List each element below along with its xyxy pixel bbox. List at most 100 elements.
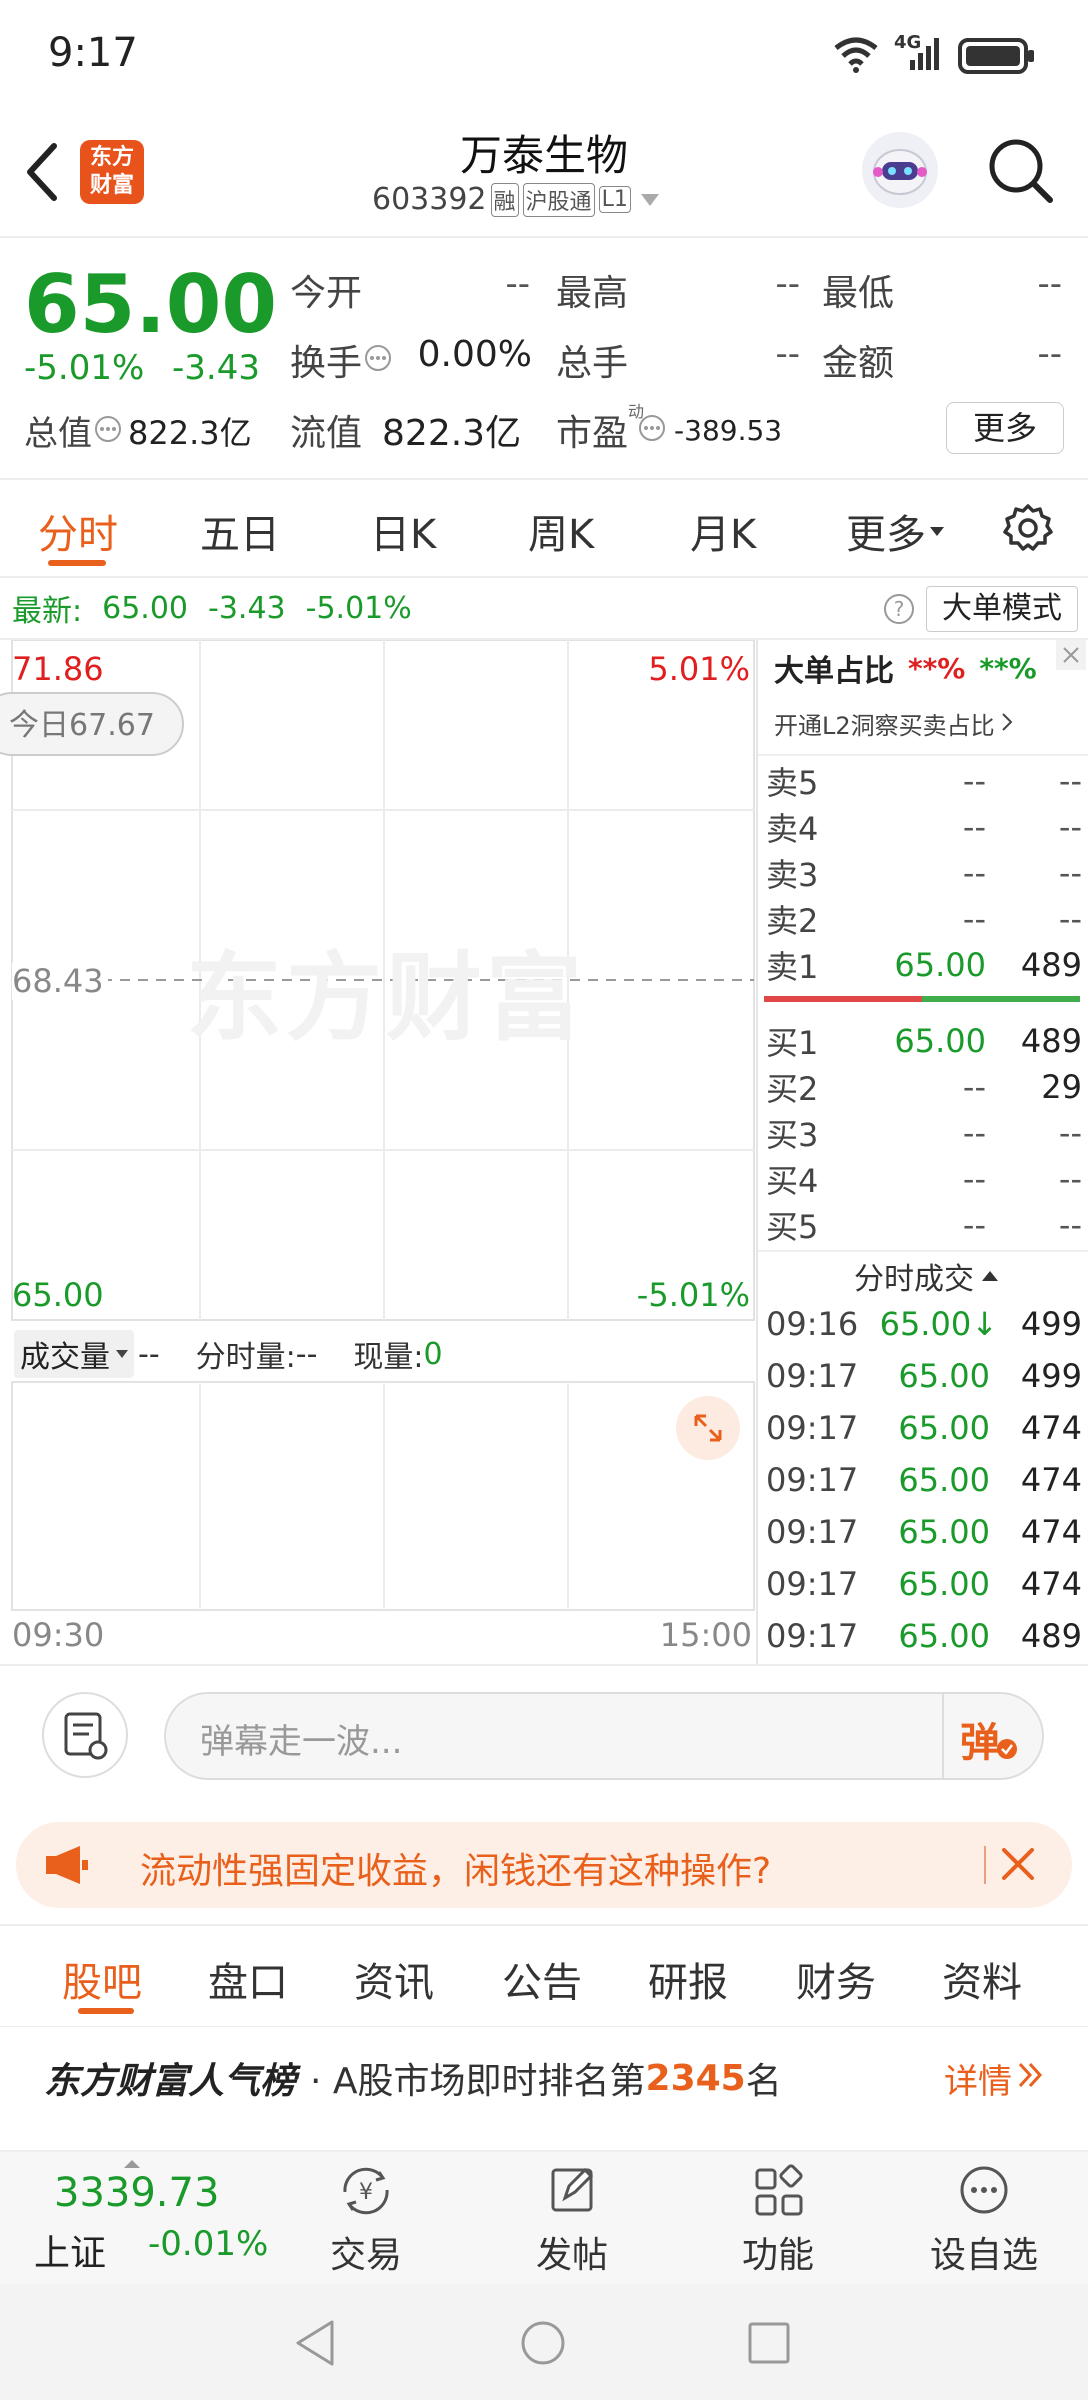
bid-volume: -- — [1058, 1114, 1082, 1152]
tick-price: 65.00↓ — [879, 1305, 998, 1343]
intraday-chart[interactable]: 东方财富 71.86 5.01% 今日67.67 68.43 65.00 -5.… — [0, 640, 756, 1664]
bid-row: 买5 -- -- — [766, 1202, 1082, 1248]
tick-price: 65.00 — [898, 1513, 990, 1551]
ask-volume: -- — [1058, 900, 1082, 938]
ticks-title: 分时成交 — [854, 1262, 974, 1297]
tick-time: 09:17 — [766, 1409, 859, 1447]
bid-row: 买4 -- -- — [766, 1156, 1082, 1202]
tab-intraday-underline — [48, 560, 106, 566]
expand-chart-icon[interactable] — [676, 1396, 740, 1460]
tab-intraday[interactable]: 分时 — [38, 502, 118, 560]
volume-selector[interactable]: 成交量 — [14, 1330, 134, 1378]
pe-group[interactable]: 市盈 动 -389.53 — [556, 402, 782, 456]
tick-price: 65.00 — [898, 1357, 990, 1395]
check-badge-icon — [996, 1738, 1018, 1764]
ask-price: -- — [962, 854, 986, 892]
tick-price: 65.00 — [898, 1565, 990, 1603]
y-axis-mid-price: 68.43 — [12, 962, 108, 1000]
tick-row: 09:17 65.00 474 — [766, 1558, 1082, 1610]
system-recents-icon[interactable] — [746, 2320, 792, 2370]
danmu-button-label: 弹 — [960, 1720, 1000, 1766]
chart-tab-bar: 分时 五日 日K 周K 月K 更多 — [0, 480, 1088, 576]
danmu-send-button[interactable]: 弹 — [956, 1704, 1026, 1768]
tab-forum[interactable]: 股吧 — [62, 1950, 142, 2008]
high-value: -- — [775, 264, 800, 304]
ask-label: 卖1 — [766, 948, 819, 986]
tab-daily-k[interactable]: 日K — [370, 502, 436, 560]
help-circle-icon[interactable]: ? — [882, 592, 916, 630]
search-icon[interactable] — [986, 136, 1056, 210]
bid-ask-ratio-bar — [764, 996, 1080, 1002]
ask-row: 卖3 -- -- — [766, 850, 1082, 896]
settings-gear-icon[interactable] — [1002, 502, 1054, 558]
popularity-ranking[interactable]: 东方财富人气榜 · A股市场即时排名第 2345 名 — [44, 2052, 782, 2104]
nav-trade[interactable]: ¥ 交易 — [306, 2162, 426, 2282]
x-axis-end: 15:00 — [659, 1616, 752, 1654]
svg-text:¥: ¥ — [359, 2180, 373, 2205]
more-button[interactable]: 更多 — [946, 402, 1064, 454]
ask-label: 卖4 — [766, 810, 819, 848]
promo-banner[interactable]: 流动性强固定收益，闲钱还有这种操作? — [16, 1822, 1072, 1908]
tag-margin: 融 — [490, 182, 519, 217]
tick-row: 09:17 65.00 474 — [766, 1506, 1082, 1558]
tab-profile[interactable]: 资料 — [942, 1950, 1022, 2008]
double-chevron-right-icon — [1016, 2059, 1044, 2099]
caret-down-icon — [116, 1350, 128, 1358]
close-promo-icon[interactable] — [998, 1844, 1038, 1888]
nav-post[interactable]: 发帖 — [512, 2162, 632, 2282]
turnover-label-group[interactable]: 换手 — [290, 334, 392, 386]
big-order-ratio-header[interactable]: 大单占比 **% **% — [774, 646, 1037, 690]
notes-icon[interactable] — [42, 1692, 128, 1778]
close-icon[interactable] — [1056, 640, 1086, 674]
volume-value: -- — [138, 1336, 160, 1372]
bid-volume: 29 — [1041, 1068, 1082, 1106]
tab-more[interactable]: 更多 — [846, 502, 944, 560]
tab-forum-underline — [78, 2008, 134, 2014]
big-order-mode-button[interactable]: 大单模式 — [926, 586, 1078, 632]
ticks-header[interactable]: 分时成交 — [854, 1254, 998, 1298]
stock-code-row[interactable]: 603392 融 沪股通 L1 — [372, 182, 659, 217]
ask-list: 卖5 -- -- 卖4 -- -- 卖3 -- -- 卖2 -- -- 卖1 6… — [766, 758, 1082, 988]
index-widget[interactable]: 3339.73 上证 -0.01% — [30, 2170, 280, 2280]
l2-link-text: 开通L2洞察买卖占比 — [774, 712, 995, 740]
quote-panel: 65.00 -5.01% -3.43 今开 -- 最高 -- 最低 -- 换手 … — [0, 238, 1088, 476]
ask-row: 卖4 -- -- — [766, 804, 1082, 850]
bid-price: -- — [962, 1068, 986, 1106]
float-value: 822.3亿 — [382, 413, 522, 454]
robot-assistant-icon[interactable] — [862, 132, 938, 208]
danmu-input[interactable]: 弹幕走一波... 弹 — [164, 1692, 1044, 1780]
ranking-prefix: · A股市场即时排名第 — [310, 2061, 646, 2102]
volume-value: -- — [775, 334, 800, 374]
tick-row: 09:17 65.00 499 — [766, 1350, 1082, 1402]
tab-financials[interactable]: 财务 — [796, 1950, 876, 2008]
tick-volume: 499 — [1020, 1357, 1082, 1395]
system-home-icon[interactable] — [518, 2318, 568, 2372]
tab-announcements[interactable]: 公告 — [502, 1950, 582, 2008]
nav-functions[interactable]: 功能 — [718, 2162, 838, 2282]
tab-five-day[interactable]: 五日 — [200, 502, 280, 560]
tab-research[interactable]: 研报 — [648, 1950, 728, 2008]
ask-price: 65.00 — [894, 946, 986, 984]
open-label: 今开 — [290, 273, 363, 314]
ask-volume: -- — [1058, 762, 1082, 800]
tick-volume: 499 — [1020, 1305, 1082, 1343]
ranking-detail-link[interactable]: 详情 — [944, 2054, 1044, 2103]
tick-volume: 474 — [1020, 1565, 1082, 1603]
mktcap-group[interactable]: 总值 822.3亿 — [24, 406, 252, 455]
l2-insight-link[interactable]: 开通L2洞察买卖占比 — [774, 706, 1013, 741]
low-value: -- — [1037, 264, 1062, 304]
tab-market-depth[interactable]: 盘口 — [208, 1950, 288, 2008]
latest-change: -3.43 — [208, 590, 286, 626]
today-price-pill[interactable]: 今日67.67 — [0, 692, 184, 756]
nav-add-watchlist[interactable]: 设自选 — [914, 2162, 1054, 2282]
turnover-label: 换手 — [290, 343, 363, 384]
y-axis-bottom-pct: -5.01% — [636, 1276, 750, 1314]
system-back-icon[interactable] — [292, 2318, 338, 2372]
latest-label: 最新: — [12, 594, 83, 629]
tab-news[interactable]: 资讯 — [354, 1950, 434, 2008]
tab-weekly-k[interactable]: 周K — [528, 502, 594, 560]
nav-post-label: 发帖 — [535, 2235, 608, 2276]
tick-volume: 474 — [1020, 1513, 1082, 1551]
bid-label: 买2 — [766, 1070, 819, 1108]
tab-monthly-k[interactable]: 月K — [690, 502, 756, 560]
